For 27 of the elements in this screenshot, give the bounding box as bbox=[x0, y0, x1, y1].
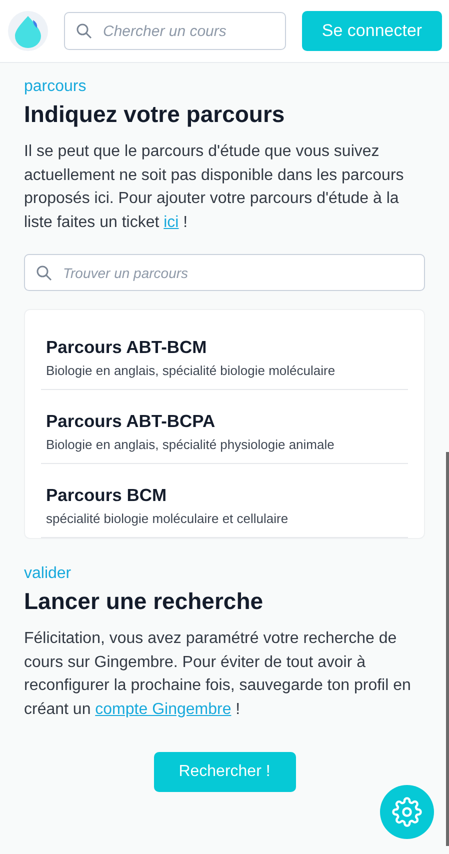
link[interactable]: ici bbox=[164, 214, 179, 230]
search-field[interactable]: Chercher un cours bbox=[64, 12, 286, 50]
settings-icon bbox=[392, 797, 422, 827]
parcours-name: Parcours BCM bbox=[46, 485, 168, 506]
section-description: Il se peut que le parcours d'étude que vous suivez actuellement ne soit pas disponible dans les parcours proposés ici. Pour ajouter votre parcours d'étude à la liste faites un ticket ici ! bbox=[24, 142, 405, 232]
search-icon bbox=[36, 264, 52, 280]
login-button[interactable]: Se connecter bbox=[302, 11, 442, 51]
parcours-name: Parcours ABT-BCPA bbox=[46, 411, 216, 432]
section-title: Indiquez votre parcours bbox=[24, 101, 286, 128]
parcours-item[interactable]: Parcours ABT-BCM Biologie en anglais, spécialité biologie moléculaire bbox=[41, 316, 408, 390]
section-description: Félicitation, vous avez paramétré votre recherche de cours sur Gingembre. Pour éviter de tout avoir à reconfigurer la prochaine fois, sauvegarde ton profil en créant un compte Gingembre ! bbox=[24, 629, 412, 720]
search-field[interactable]: Trouver un parcours bbox=[24, 254, 425, 291]
parcours-item[interactable]: Parcours ABT-BCPA Biologie en anglais, spécialité physiologie animale bbox=[41, 390, 408, 464]
parcours-item[interactable]: Parcours BCM spécialité biologie moléculaire et cellulaire bbox=[41, 464, 408, 538]
section-title: Lancer une recherche bbox=[24, 588, 264, 615]
parcours-name: Parcours ABT-BCM bbox=[46, 337, 208, 358]
section-label: parcours bbox=[24, 78, 88, 96]
parcours-description: Biologie en anglais, spécialité biologie moléculaire bbox=[46, 363, 336, 378]
logo-icon[interactable] bbox=[8, 11, 48, 51]
search-button[interactable]: Rechercher ! bbox=[154, 752, 296, 792]
link[interactable]: compte Gingembre bbox=[95, 700, 232, 718]
search-icon bbox=[76, 23, 92, 39]
settings-button[interactable] bbox=[380, 785, 434, 839]
parcours-description: Biologie en anglais, spécialité physiologie animale bbox=[46, 437, 336, 452]
section-label: valider bbox=[24, 565, 72, 583]
parcours-description: spécialité biologie moléculaire et cellulaire bbox=[46, 511, 290, 526]
scrollbar[interactable] bbox=[446, 452, 449, 846]
